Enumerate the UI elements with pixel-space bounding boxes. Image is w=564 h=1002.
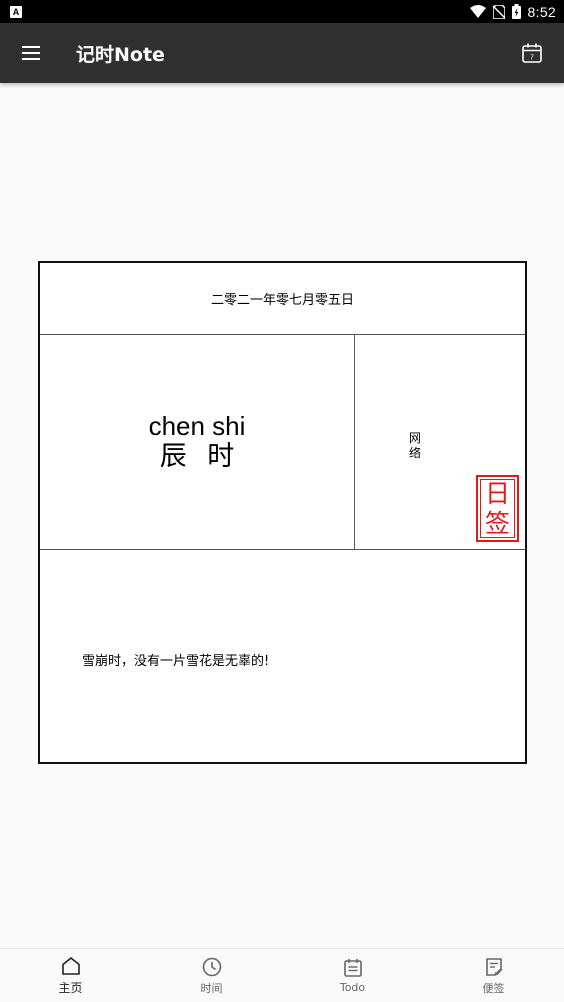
wifi-icon — [469, 5, 486, 18]
nav-label-home: 主页 — [58, 981, 83, 995]
app-bar: 记时Note 7 — [0, 23, 564, 83]
status-right: 8:52 — [469, 3, 556, 20]
quote-row: 雪崩时，没有一片雪花是无辜的! — [40, 550, 525, 762]
status-left: A — [10, 5, 22, 18]
status-time: 8:52 — [527, 3, 556, 20]
menu-icon[interactable] — [22, 41, 46, 65]
clock-icon — [202, 957, 221, 976]
calendar-icon[interactable]: 7 — [520, 41, 544, 65]
shichen-hanzi: 辰 时 — [159, 441, 241, 472]
shichen-cell: chen shi 辰 时 — [40, 335, 355, 549]
nav-item-notes[interactable]: 便签 — [423, 949, 564, 1002]
daily-quote: 雪崩时，没有一片雪花是无辜的! — [82, 654, 270, 669]
calendar-day: 7 — [530, 55, 534, 62]
middle-row: chen shi 辰 时 网络 日 签 — [40, 335, 525, 550]
stamp-top-char: 日 — [484, 478, 510, 508]
bottom-nav: 主页 时间 Todo 便签 — [0, 948, 564, 1002]
note-icon — [485, 957, 503, 976]
shichen-pinyin: chen shi — [148, 411, 246, 441]
nav-item-time[interactable]: 时间 — [141, 949, 282, 1002]
nav-label-todo: Todo — [339, 981, 366, 994]
app-title: 记时Note — [76, 43, 165, 66]
nav-label-time: 时间 — [200, 981, 223, 995]
todo-icon — [343, 959, 362, 977]
notification-icon: A — [10, 5, 22, 18]
category-label: 网络 — [408, 431, 421, 460]
no-sim-icon — [492, 4, 505, 19]
daily-stamp: 日 签 — [476, 475, 519, 542]
battery-charging-icon — [511, 4, 521, 19]
home-icon — [61, 957, 80, 975]
daily-card: 二零二一年零七月零五日 chen shi 辰 时 网络 日 签 雪崩时，没有一片… — [38, 261, 527, 764]
nav-label-notes: 便签 — [482, 981, 505, 995]
status-bar: A 8:52 — [0, 0, 564, 23]
card-date: 二零二一年零七月零五日 — [210, 293, 354, 308]
side-cell: 网络 日 签 — [356, 335, 527, 549]
nav-item-home[interactable]: 主页 — [0, 949, 141, 1002]
date-row: 二零二一年零七月零五日 — [40, 263, 525, 335]
nav-item-todo[interactable]: Todo — [282, 949, 423, 1002]
stamp-bottom-char: 签 — [484, 508, 510, 538]
